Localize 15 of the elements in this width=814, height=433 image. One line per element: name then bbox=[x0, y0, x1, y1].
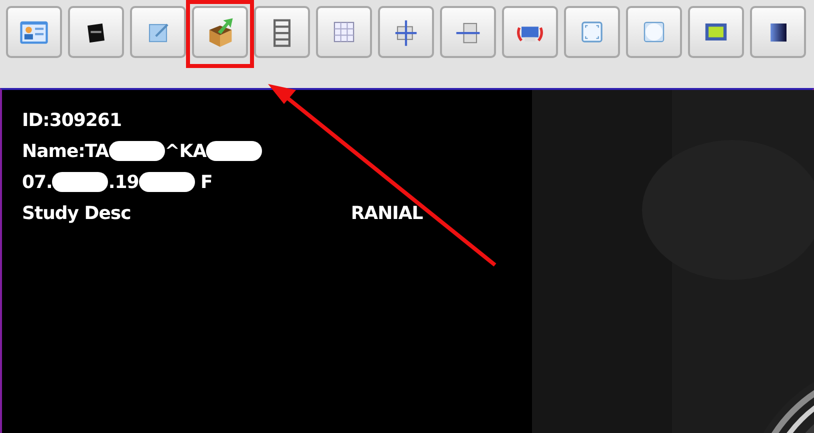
toolbar-button[interactable] bbox=[68, 6, 124, 58]
overlay-text: Name:TA bbox=[22, 140, 109, 162]
redaction-mark bbox=[138, 172, 195, 192]
overlay-text: RANIAL bbox=[350, 202, 423, 224]
overlay-text: ID:309261 bbox=[22, 110, 122, 130]
overlay-text: ^KA bbox=[164, 140, 206, 162]
overlay-text: .19 bbox=[108, 172, 139, 192]
toolbar-button[interactable] bbox=[750, 6, 806, 58]
overlay-text: F bbox=[200, 172, 212, 192]
redaction-mark bbox=[108, 141, 165, 161]
toolbar-button[interactable] bbox=[192, 6, 248, 58]
redaction-mark bbox=[52, 172, 108, 192]
overlay-text: 07. bbox=[22, 172, 52, 192]
redaction-mark bbox=[206, 141, 262, 161]
overlay-text: Study Desc bbox=[22, 202, 131, 224]
